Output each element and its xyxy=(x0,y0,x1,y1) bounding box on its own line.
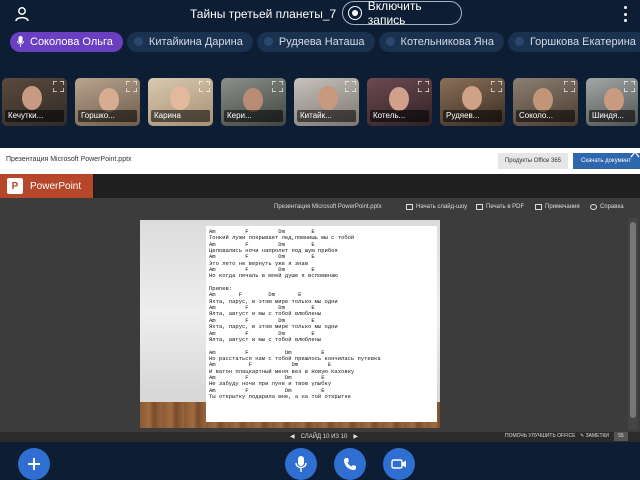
video-tiles: Кечутки... Горшко... Карина Кери... Кита… xyxy=(2,78,638,128)
help-button[interactable]: Справка xyxy=(590,204,624,210)
print-pdf-button[interactable]: Печать в PDF xyxy=(476,204,524,210)
participant-name: Соколова Ольга xyxy=(30,36,113,48)
participant-chip-speaking[interactable]: Соколова Ольга xyxy=(10,32,123,52)
slide-navigation: ◀ СЛАЙД 10 ИЗ 10 ▶ xyxy=(290,433,358,441)
lyric-line: Ты открытку подарила мне, а на той откры… xyxy=(209,392,351,400)
help-icon xyxy=(590,204,597,210)
record-label: Включить запись xyxy=(367,0,422,27)
expand-icon[interactable] xyxy=(272,81,283,92)
more-options-icon[interactable] xyxy=(622,6,628,22)
expand-icon[interactable] xyxy=(126,81,137,92)
expand-icon[interactable] xyxy=(564,81,575,92)
microphone-icon xyxy=(17,36,24,47)
vertical-scrollbar[interactable] xyxy=(628,218,638,430)
print-icon xyxy=(476,204,483,210)
participant-chip[interactable]: Китайкина Дарина xyxy=(126,32,253,52)
video-tile[interactable]: Кери... xyxy=(221,78,286,126)
slide: Am F Dm E Тонкий лужи покрывает лед,помни… xyxy=(140,220,440,428)
participant-name: Горшкова Екатерина xyxy=(529,36,636,48)
tile-name: Карина xyxy=(151,110,210,122)
lyrics-sheet: Am F Dm E Тонкий лужи покрывает лед,помни… xyxy=(206,226,437,422)
call-controls xyxy=(0,442,640,480)
office365-products-button[interactable]: Продукты Office 365 xyxy=(498,153,568,169)
help-label: Справка xyxy=(600,204,624,210)
video-tile[interactable]: Кечутки... xyxy=(2,78,67,126)
video-tile[interactable]: Котель... xyxy=(367,78,432,126)
viewer-toolbar: Презентация Microsoft PowerPoint.pptx На… xyxy=(0,198,640,218)
tile-name: Китайк... xyxy=(297,110,356,122)
video-tile[interactable]: Карина xyxy=(148,78,213,126)
microphone-button[interactable] xyxy=(285,448,317,480)
camera-button[interactable] xyxy=(383,448,415,480)
collapse-icon[interactable] xyxy=(630,150,640,158)
user-icon[interactable] xyxy=(14,6,30,22)
video-tile[interactable]: Соколо... xyxy=(513,78,578,126)
video-tile[interactable]: Китайк... xyxy=(294,78,359,126)
presentation-viewer: Презентация Microsoft PowerPoint.pptx На… xyxy=(0,198,640,432)
expand-icon[interactable] xyxy=(53,81,64,92)
notes-label: Примечания xyxy=(545,204,580,210)
document-name: Презентация Microsoft PowerPoint.pptx xyxy=(6,156,132,163)
notes-toggle-label: ЗАМЕТКИ xyxy=(585,433,610,439)
tile-name: Шиндя... xyxy=(589,110,635,122)
expand-icon[interactable] xyxy=(345,81,356,92)
viewer-doc-title: Презентация Microsoft PowerPoint.pptx xyxy=(274,204,382,210)
viewer-status-bar: ◀ СЛАЙД 10 ИЗ 10 ▶ ПОМОЧЬ УЛУЧШИТЬ OFFIC… xyxy=(0,432,640,442)
participants-list: Соколова Ольга Китайкина Дарина Рудяева … xyxy=(10,32,640,52)
participant-name: Рудяева Наташа xyxy=(278,36,365,48)
record-button[interactable]: Включить запись xyxy=(342,0,462,27)
notes-toggle[interactable]: ✎ ЗАМЕТКИ xyxy=(580,433,609,439)
powerpoint-logo-icon: P xyxy=(7,178,23,194)
add-button[interactable] xyxy=(18,448,50,480)
participant-chip[interactable]: Горшкова Екатерина xyxy=(507,32,640,52)
zoom-level[interactable]: 55 xyxy=(614,432,628,441)
participant-chip[interactable]: Котельникова Яна xyxy=(378,32,504,52)
tile-name: Соколо... xyxy=(516,110,575,122)
participant-name: Китайкина Дарина xyxy=(148,36,243,48)
record-icon xyxy=(348,6,362,20)
scrollbar-thumb[interactable] xyxy=(630,222,636,418)
expand-icon[interactable] xyxy=(199,81,210,92)
camera-icon xyxy=(391,459,406,469)
tile-name: Рудяев... xyxy=(443,110,502,122)
microphone-icon xyxy=(295,456,307,472)
expand-icon[interactable] xyxy=(418,81,429,92)
tile-name: Горшко... xyxy=(78,110,137,122)
powerpoint-brand[interactable]: P PowerPoint xyxy=(0,174,93,198)
office-app-strip: Презентация Microsoft PowerPoint.pptx Пр… xyxy=(0,148,640,174)
comment-icon xyxy=(535,204,542,210)
powerpoint-label: PowerPoint xyxy=(30,180,82,192)
video-tile[interactable]: Рудяев... xyxy=(440,78,505,126)
video-tile[interactable]: Горшко... xyxy=(75,78,140,126)
powerpoint-header: P PowerPoint xyxy=(0,174,640,198)
expand-icon[interactable] xyxy=(491,81,502,92)
phone-icon xyxy=(344,458,356,470)
tile-name: Кери... xyxy=(224,110,283,122)
plus-icon xyxy=(28,458,40,470)
phone-button[interactable] xyxy=(334,448,366,480)
help-improve-office-link[interactable]: ПОМОЧЬ УЛУЧШИТЬ OFFICE xyxy=(505,433,575,439)
slide-counter: СЛАЙД 10 ИЗ 10 xyxy=(300,433,348,440)
start-slideshow-label: Начать слайд-шоу xyxy=(416,204,468,210)
next-slide-icon[interactable]: ▶ xyxy=(353,433,358,440)
tile-name: Котель... xyxy=(370,110,429,122)
participant-chip[interactable]: Рудяева Наташа xyxy=(256,32,375,52)
expand-icon[interactable] xyxy=(624,81,635,92)
start-slideshow-button[interactable]: Начать слайд-шоу xyxy=(406,204,467,210)
tile-name: Кечутки... xyxy=(5,110,64,122)
print-pdf-label: Печать в PDF xyxy=(486,204,525,210)
participant-name: Котельникова Яна xyxy=(400,36,494,48)
conference-title: Тайны третьей планеты_7 xyxy=(190,7,337,21)
previous-slide-icon[interactable]: ◀ xyxy=(290,433,295,440)
notes-button[interactable]: Примечания xyxy=(535,204,580,210)
top-bar: Тайны третьей планеты_7 Включить запись xyxy=(0,0,640,28)
video-tile[interactable]: Шиндя... xyxy=(586,78,638,126)
slideshow-icon xyxy=(406,204,413,210)
